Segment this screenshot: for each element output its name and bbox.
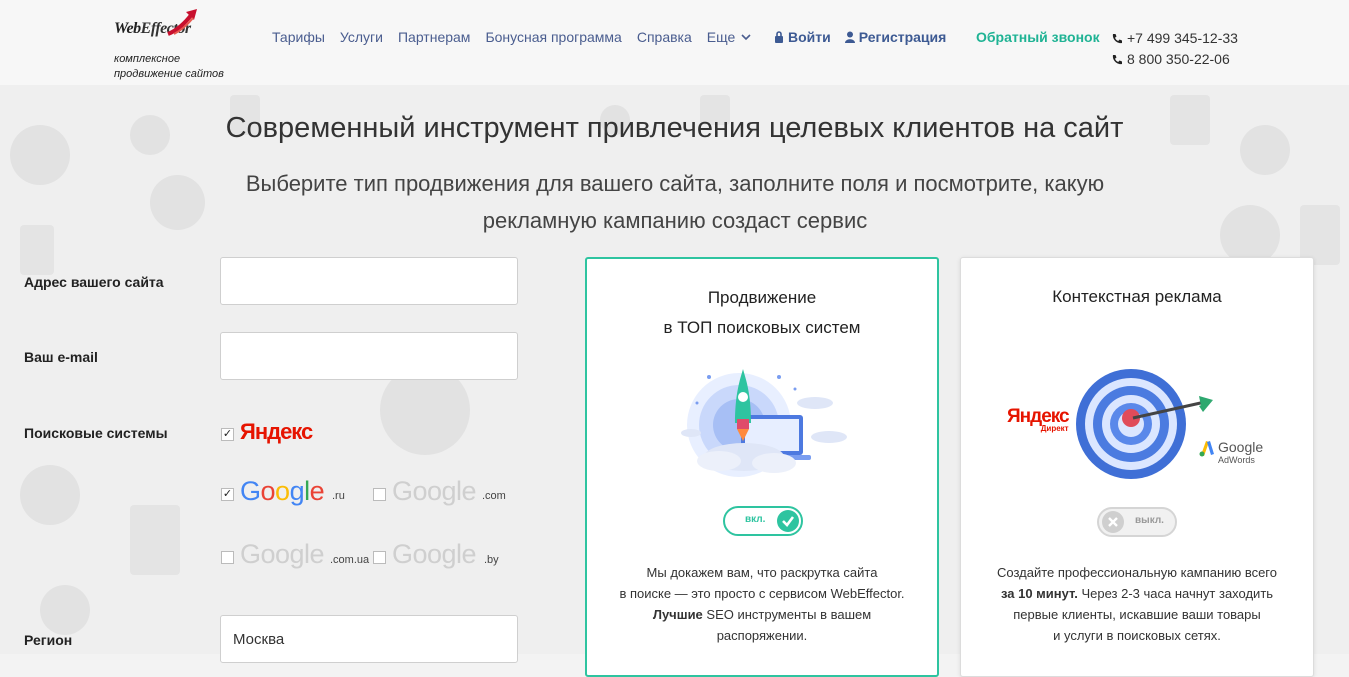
seo-card-title-line-2: в ТОП поисковых систем — [663, 318, 861, 337]
google-logo: Google — [240, 539, 325, 569]
seo-card-description: Мы докажем вам, что раскрутка сайта в по… — [587, 562, 937, 646]
context-card-title: Контекстная реклама — [1052, 287, 1222, 306]
rocket-laptop-illustration — [681, 369, 847, 477]
google-domain-ru: .ru — [332, 490, 345, 502]
checkbox-google-com[interactable] — [373, 488, 386, 501]
phone-number-1[interactable]: +7 499 345-12-33 — [1127, 28, 1238, 49]
chevron-down-icon — [741, 33, 751, 40]
google-domain-com: .com — [482, 490, 506, 502]
site-address-input[interactable] — [220, 257, 518, 305]
lock-icon — [775, 31, 783, 43]
context-desc-line-1: Создайте профессиональную кампанию всего — [997, 565, 1277, 580]
logo-arrow-icon — [167, 9, 197, 36]
email-input[interactable] — [220, 332, 518, 380]
page-subtitle: Выберите тип продвижения для вашего сайт… — [180, 165, 1170, 239]
logo-word-web: Web — [114, 20, 141, 37]
site-address-label: Адрес вашего сайта — [24, 274, 164, 290]
seo-desc-line-1: Мы докажем вам, что раскрутка сайта — [646, 565, 878, 580]
callback-link[interactable]: Обратный звонок — [976, 29, 1100, 45]
google-logo: Google — [240, 476, 325, 506]
context-desc-line-3: первые клиенты, искавшие ваши товары — [1013, 607, 1261, 622]
register-label: Регистрация — [858, 29, 947, 45]
seo-desc-line-4: распоряжении. — [716, 628, 808, 643]
close-icon — [1108, 517, 1118, 527]
google-logo: Google — [392, 539, 477, 569]
login-label: Войти — [788, 29, 831, 45]
phone-icon — [1112, 54, 1122, 64]
logo-tagline: комплексное продвижение сайтов — [114, 52, 244, 82]
nav-tariffs[interactable]: Тарифы — [272, 29, 325, 45]
logo-tagline-line-2: продвижение сайтов — [114, 68, 224, 80]
region-input[interactable] — [220, 615, 518, 663]
checkbox-yandex[interactable]: ✓ — [221, 428, 234, 441]
google-adwords-logo: Google AdWords — [1199, 439, 1263, 465]
subtitle-line-1: Выберите тип продвижения для вашего сайт… — [245, 171, 1105, 196]
google-domain-by: .by — [484, 554, 499, 566]
email-label: Ваш e-mail — [24, 349, 98, 365]
page-title: Современный инструмент привлечения целев… — [225, 112, 1124, 144]
target-illustration — [1076, 369, 1213, 479]
region-label: Регион — [24, 632, 73, 648]
checkbox-google-by[interactable] — [373, 551, 386, 564]
main-nav: Тарифы Услуги Партнерам Бонусная програм… — [272, 29, 766, 45]
subtitle-line-2: рекламную кампанию создаст сервис — [482, 208, 868, 233]
context-toggle-label: выкл. — [1135, 515, 1164, 526]
phone-row-1: +7 499 345-12-33 — [1111, 28, 1238, 49]
checkbox-google-ru[interactable]: ✓ — [221, 488, 234, 501]
yandex-direct-logo: Яндекс Директ — [1007, 406, 1070, 433]
seo-card-title-line-1: Продвижение — [707, 288, 817, 307]
logo[interactable]: WebEffector комплексное продвижение сайт… — [114, 9, 234, 82]
google-adwords-word: Google — [1218, 439, 1264, 455]
context-desc-line-2: за 10 минут. Через 2-3 часа начнут заход… — [961, 583, 1313, 604]
checkbox-google-com-ua[interactable] — [221, 551, 234, 564]
seo-desc-bold: Лучшие — [652, 607, 703, 622]
seo-desc-line-3: Лучшие SEO инструменты в вашем — [587, 604, 937, 625]
toggle-knob — [777, 510, 799, 532]
context-desc-line-4: и услуги в поисковых сетях. — [1053, 628, 1221, 643]
nav-bonus-program[interactable]: Бонусная программа — [485, 29, 621, 45]
nav-services[interactable]: Услуги — [340, 29, 383, 45]
yandex-logo: Яндекс — [240, 419, 313, 445]
auth-links: Войти Регистрация — [774, 29, 946, 45]
context-desc-bold: за 10 минут. — [1000, 586, 1078, 601]
phone-row-2: 8 800 350-22-06 — [1111, 49, 1238, 70]
logo-tagline-line-1: комплексное — [114, 53, 181, 65]
google-logo: Google — [392, 476, 477, 506]
register-link[interactable]: Регистрация — [844, 29, 947, 45]
yandex-logo-text: Яндекс — [240, 419, 313, 444]
seo-toggle-label: вкл. — [745, 514, 766, 525]
context-desc-rest: Через 2-3 часа начнут заходить — [1077, 586, 1274, 601]
site-header: WebEffector комплексное продвижение сайт… — [0, 0, 1349, 85]
adwords-icon — [1199, 441, 1214, 457]
nav-partners[interactable]: Партнерам — [398, 29, 470, 45]
phone-icon — [1112, 33, 1122, 43]
context-ads-card[interactable]: Контекстная реклама Яндекс Директ Google… — [960, 257, 1314, 677]
context-toggle[interactable]: выкл. — [1097, 507, 1177, 537]
seo-promotion-card[interactable]: Продвижение в ТОП поисковых систем вкл. … — [585, 257, 939, 677]
check-icon — [782, 516, 795, 527]
phone-numbers: +7 499 345-12-33 8 800 350-22-06 — [1111, 28, 1238, 70]
seo-desc-rest: SEO инструменты в вашем — [702, 607, 872, 622]
seo-desc-line-2: в поиске — это просто с сервисом WebEffe… — [619, 586, 905, 601]
phone-number-2[interactable]: 8 800 350-22-06 — [1127, 49, 1230, 70]
toggle-knob — [1102, 511, 1124, 533]
login-link[interactable]: Войти — [774, 29, 831, 45]
google-domain-com-ua: .com.ua — [330, 554, 370, 566]
nav-more[interactable]: Еще — [707, 29, 752, 45]
search-engines-label: Поисковые системы — [24, 425, 168, 441]
seo-toggle[interactable]: вкл. — [723, 506, 803, 536]
nav-more-label: Еще — [706, 29, 736, 45]
seo-card-title: Продвижение в ТОП поисковых систем — [587, 283, 937, 343]
nav-help[interactable]: Справка — [637, 29, 692, 45]
google-adwords-sub: AdWords — [1218, 455, 1255, 465]
user-icon — [844, 31, 855, 43]
context-card-description: Создайте профессиональную кампанию всего… — [961, 562, 1313, 646]
